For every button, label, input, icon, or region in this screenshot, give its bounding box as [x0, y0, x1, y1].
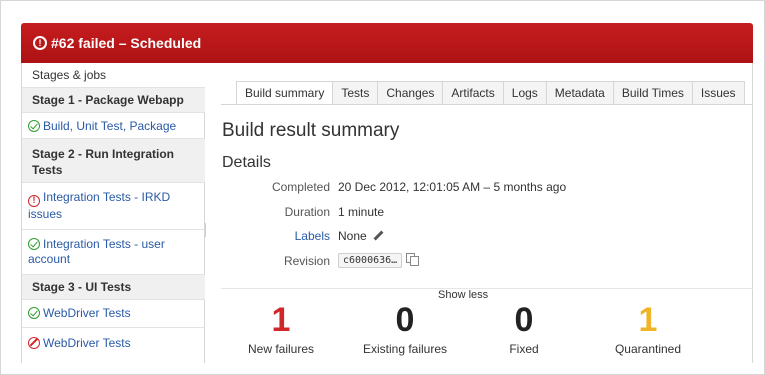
- stages-sidebar: Stages & jobs Stage 1 - Package Webapp B…: [21, 63, 205, 363]
- labels-value: None: [338, 229, 367, 243]
- failed-exclamation-icon: !: [28, 195, 40, 207]
- stage-1-label: Stage 1 - Package Webapp: [32, 93, 184, 107]
- sidebar-job-user-account[interactable]: Integration Tests - user account: [22, 230, 205, 275]
- success-check-icon: [28, 120, 40, 132]
- tab-divider: [221, 104, 753, 105]
- success-check-icon: [28, 238, 40, 250]
- build-status-header: ! #62 failed – Scheduled: [21, 23, 753, 63]
- sidebar-job-build[interactable]: Build, Unit Test, Package: [22, 113, 205, 139]
- job-user-account-link[interactable]: Integration Tests - user account: [28, 237, 165, 266]
- details-heading: Details: [222, 154, 271, 171]
- existing-failures-label: Existing failures: [362, 342, 448, 356]
- stage-1-header: Stage 1 - Package Webapp: [22, 88, 205, 113]
- tab-issues[interactable]: Issues: [692, 81, 745, 105]
- copy-icon[interactable]: [406, 253, 420, 266]
- sidebar-heading: Stages & jobs: [22, 63, 205, 88]
- labels-label[interactable]: Labels: [222, 229, 330, 243]
- job-build-link[interactable]: Build, Unit Test, Package: [43, 119, 176, 133]
- stat-quarantined: 1 Quarantined: [588, 301, 708, 356]
- tab-artifacts[interactable]: Artifacts: [443, 81, 504, 105]
- tab-build-summary[interactable]: Build summary: [236, 81, 334, 105]
- show-less-toggle[interactable]: Show less: [438, 289, 488, 301]
- quarantined-count: 1: [638, 301, 658, 339]
- new-failures-label: New failures: [247, 342, 315, 356]
- quarantined-label: Quarantined: [614, 342, 682, 356]
- stage-2-header: Stage 2 - Run Integration Tests: [22, 139, 205, 183]
- stat-fixed: 0 Fixed: [464, 301, 584, 356]
- build-result-panel: ! #62 failed – Scheduled Stages & jobs S…: [0, 0, 765, 375]
- edit-pencil-icon[interactable]: [373, 230, 384, 241]
- cancelled-slash-icon: [28, 337, 40, 349]
- tab-changes[interactable]: Changes: [378, 81, 444, 105]
- fixed-label: Fixed: [509, 342, 539, 356]
- duration-label: Duration: [284, 205, 330, 219]
- tab-build-times[interactable]: Build Times: [613, 81, 693, 105]
- stage-3-label: Stage 3 - UI Tests: [32, 280, 132, 294]
- job-irkd-link[interactable]: Integration Tests - IRKD issues: [28, 190, 170, 221]
- stat-existing-failures: 0 Existing failures: [345, 301, 465, 356]
- tab-logs[interactable]: Logs: [503, 81, 547, 105]
- error-circle-icon: !: [33, 36, 47, 50]
- labels-value-group: None: [338, 229, 384, 243]
- tab-tests[interactable]: Tests: [333, 81, 379, 105]
- build-tabs: Build summary Tests Changes Artifacts Lo…: [236, 81, 745, 105]
- revision-label: Revision: [283, 254, 330, 268]
- success-check-icon: [28, 307, 40, 319]
- completed-label: Completed: [271, 180, 330, 194]
- sidebar-heading-label: Stages & jobs: [32, 68, 107, 82]
- fixed-count: 0: [514, 301, 534, 339]
- stat-new-failures: 1 New failures: [221, 301, 341, 356]
- sidebar-job-irkd[interactable]: ! Integration Tests - IRKD issues: [22, 183, 205, 230]
- build-summary-main: Build summary Tests Changes Artifacts Lo…: [206, 63, 753, 363]
- sidebar-job-webdriver-failed[interactable]: WebDriver Tests: [22, 328, 205, 363]
- revision-hash: c6000636…: [338, 253, 403, 268]
- stage-3-header: Stage 3 - UI Tests: [22, 275, 205, 300]
- duration-value: 1 minute: [338, 205, 385, 219]
- build-status-title: #62 failed – Scheduled: [51, 35, 202, 51]
- revision-value-group: c6000636…: [338, 252, 420, 268]
- new-failures-count: 1: [271, 301, 291, 339]
- job-webdriver-link[interactable]: WebDriver Tests: [43, 306, 131, 320]
- job-webdriver-failed-link[interactable]: WebDriver Tests: [43, 336, 131, 350]
- labels-link[interactable]: Labels: [295, 229, 330, 243]
- stage-2-label: Stage 2 - Run Integration Tests: [32, 147, 175, 177]
- existing-failures-count: 0: [395, 301, 415, 339]
- completed-value: 20 Dec 2012, 12:01:05 AM – 5 months ago: [338, 180, 567, 194]
- page-title: Build result summary: [222, 120, 400, 141]
- sidebar-job-webdriver-success[interactable]: WebDriver Tests: [22, 300, 205, 328]
- tab-metadata[interactable]: Metadata: [546, 81, 614, 105]
